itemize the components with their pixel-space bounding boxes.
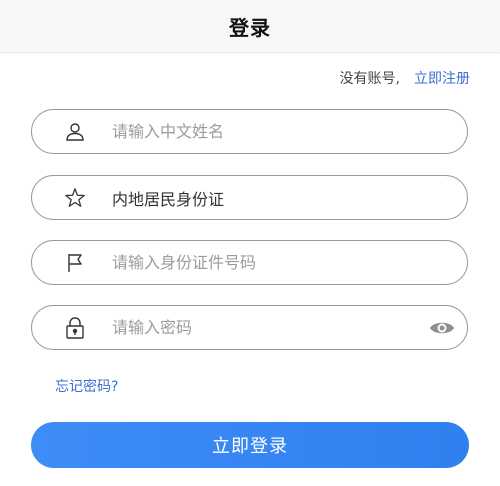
name-field[interactable]	[31, 109, 468, 154]
header-bar: 登录	[0, 0, 500, 52]
password-field[interactable]	[31, 305, 468, 350]
password-input[interactable]	[112, 306, 412, 349]
eye-icon[interactable]	[429, 319, 455, 337]
id-type-value: 内地居民身份证	[112, 189, 225, 209]
person-icon	[64, 121, 86, 143]
lock-icon	[64, 316, 86, 339]
register-row: 没有账号, 立即注册	[340, 68, 470, 88]
page-title: 登录	[229, 15, 271, 40]
register-link[interactable]: 立即注册	[414, 68, 470, 88]
id-number-field[interactable]	[31, 240, 468, 285]
id-number-input[interactable]	[112, 241, 412, 284]
id-type-field[interactable]: 内地居民身份证	[31, 175, 468, 220]
star-icon	[64, 187, 86, 209]
no-account-text: 没有账号,	[339, 71, 400, 87]
login-button[interactable]: 立即登录	[31, 422, 469, 468]
flag-icon	[64, 252, 86, 274]
forgot-password-link[interactable]: 忘记密码?	[55, 376, 118, 396]
name-input[interactable]	[112, 110, 412, 153]
